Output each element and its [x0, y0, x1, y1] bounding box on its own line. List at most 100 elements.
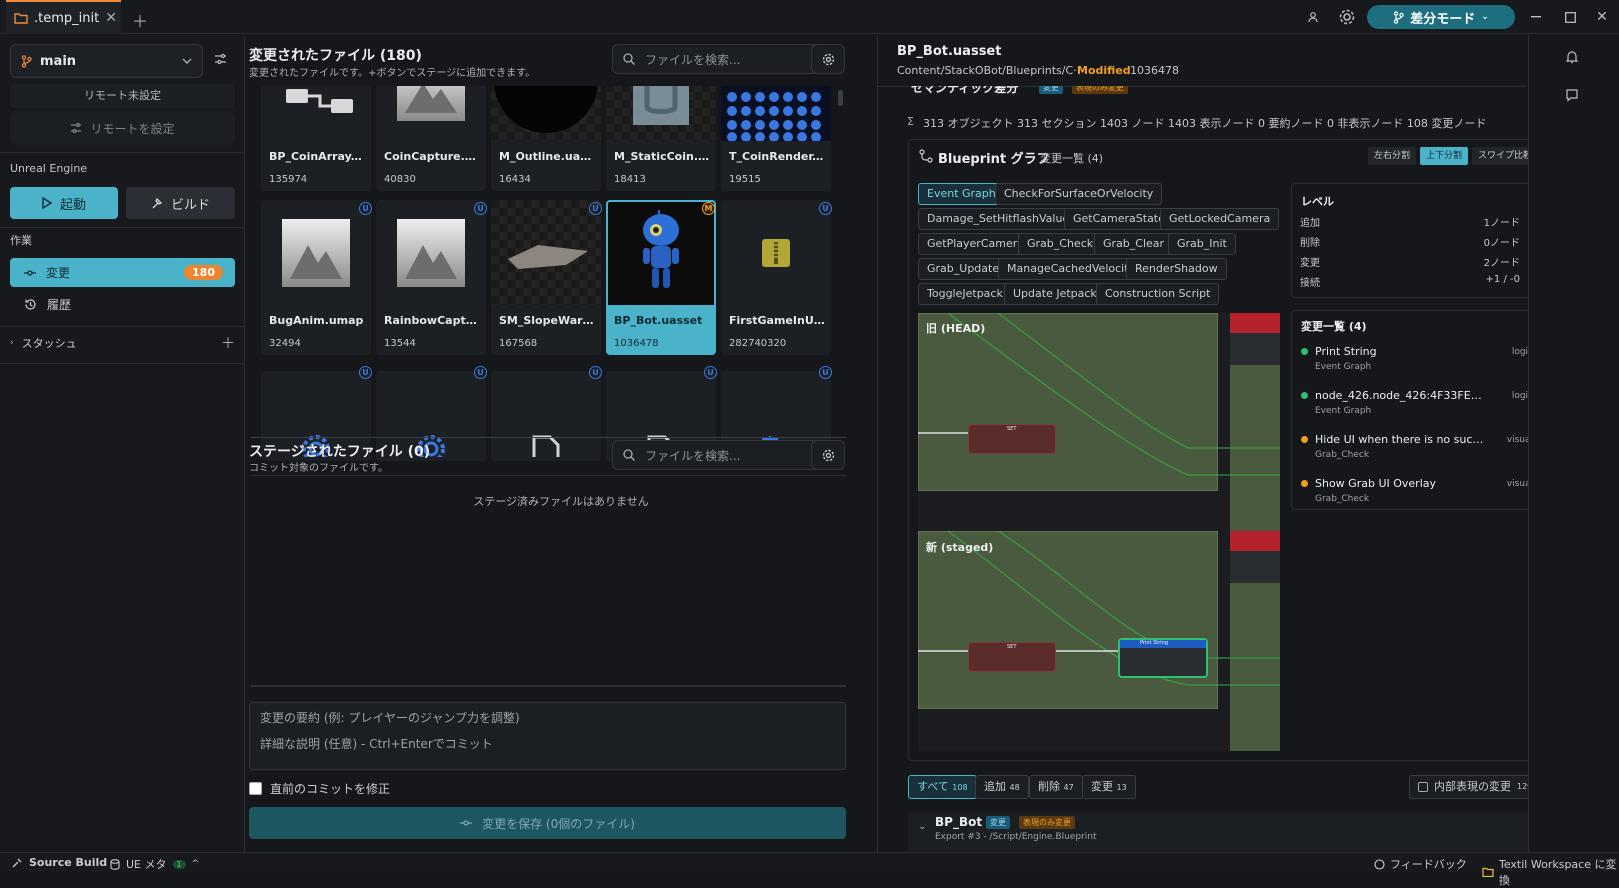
- commit-message-box[interactable]: 変更の要約 (例: プレイヤーのジャンプ力を調整) 詳細な説明 (任意) - C…: [249, 702, 846, 770]
- filter-label: すべて: [917, 780, 949, 793]
- view-mode-top-bottom[interactable]: 上下分割: [1420, 147, 1469, 165]
- change-item[interactable]: Hide UI when there is no successful ···v…: [1301, 433, 1533, 460]
- graph-tab[interactable]: GetPlayerCamera: [918, 233, 1034, 255]
- semantic-diff-title: セマンティック差分: [911, 86, 1019, 95]
- file-size: 32494: [269, 338, 301, 349]
- filter-all[interactable]: すべて 108: [908, 775, 977, 799]
- graph-tab[interactable]: RenderShadow: [1126, 258, 1227, 280]
- file-card[interactable]: FirstGameInUE5_··· 282740320: [721, 200, 831, 355]
- stash-section[interactable]: › スタッシュ ＋: [10, 331, 235, 355]
- file-size: 13544: [384, 338, 416, 349]
- sidebar-item-changes[interactable]: 変更 180: [10, 258, 235, 287]
- right-rail: [1528, 35, 1619, 852]
- level-key: 接続: [1300, 278, 1320, 289]
- set-node[interactable]: SET: [968, 642, 1056, 672]
- graph-tab[interactable]: Construction Script: [1096, 283, 1220, 305]
- graph-tab-event-graph[interactable]: Event Graph: [918, 183, 1005, 205]
- graph-tab[interactable]: Grab_Init: [1168, 233, 1236, 255]
- file-card[interactable]: T_CoinRender.ua··· 19515: [721, 86, 831, 191]
- file-card[interactable]: RainbowCapture.··· 13544: [376, 200, 486, 355]
- change-item[interactable]: Print String logic Event Graph: [1301, 345, 1533, 372]
- grid-scrollbar[interactable]: [838, 90, 843, 106]
- internal-repr-toggle[interactable]: 内部表現の変更 1295: [1409, 775, 1547, 799]
- amend-label: 直前のコミットを修正: [270, 782, 391, 796]
- internal-checkbox[interactable]: [1418, 782, 1428, 792]
- change-graph: Event Graph: [1315, 362, 1372, 372]
- branch-settings-icon[interactable]: [214, 53, 227, 66]
- source-build-item[interactable]: Source Build: [12, 856, 107, 869]
- summary-input[interactable]: 変更の要約 (例: プレイヤーのジャンプ力を調整): [260, 709, 520, 726]
- archive-icon: [721, 200, 831, 305]
- build-button[interactable]: ビルド: [126, 187, 235, 219]
- settings-gear-icon[interactable]: [1335, 0, 1359, 34]
- work-section-label: 作業: [10, 234, 32, 247]
- file-card[interactable]: BugAnim.umap 32494: [261, 200, 371, 355]
- bell-icon[interactable]: [1565, 50, 1579, 64]
- filter-count: 48: [1009, 783, 1020, 792]
- maximize-icon[interactable]: [1562, 0, 1578, 34]
- user-icon[interactable]: [1303, 0, 1323, 34]
- graph-canvas[interactable]: 旧 (HEAD) 新 (staged) SET SET Print String: [918, 313, 1280, 751]
- print-string-node[interactable]: Print String: [1118, 638, 1208, 678]
- description-input[interactable]: 詳細な説明 (任意) - Ctrl+Enterでコミット: [260, 735, 493, 752]
- filter-removed[interactable]: 削除 47: [1029, 775, 1083, 799]
- repo-tab[interactable]: .temp_init ✕: [6, 0, 121, 34]
- graph-tab[interactable]: Grab_Update: [918, 258, 1009, 280]
- branch-selector[interactable]: main: [10, 44, 203, 78]
- close-tab-icon[interactable]: ✕: [105, 10, 117, 26]
- amend-checkbox-row[interactable]: 直前のコミットを修正: [249, 780, 390, 797]
- changed-search-input[interactable]: ファイルを検索...: [612, 44, 822, 74]
- graph-tab[interactable]: GetLockedCamera: [1160, 208, 1280, 230]
- set-remote-label: リモートを設定: [90, 121, 175, 136]
- coin-texture-thumbnail: [721, 86, 831, 141]
- workspace-convert-item[interactable]: Textil Workspace に変換: [1482, 856, 1619, 888]
- graph-tab[interactable]: CheckForSurfaceOrVelocity: [995, 183, 1163, 205]
- graph-tab[interactable]: ToggleJetpack: [918, 283, 1012, 305]
- file-card[interactable]: M_Outline.uasset 16434: [491, 86, 601, 191]
- view-mode-side-by-side[interactable]: 左右分割: [1368, 147, 1417, 165]
- add-stash-icon[interactable]: ＋: [221, 333, 235, 353]
- change-item[interactable]: Show Grab UI Overlay visual Grab_Check: [1301, 477, 1533, 504]
- sidebar-item-history[interactable]: 履歴: [10, 290, 235, 319]
- change-item[interactable]: node_426.node_426:4F33FE734D9E···logic E…: [1301, 389, 1533, 416]
- new-tab-button[interactable]: ＋: [132, 8, 148, 32]
- set-node[interactable]: SET: [968, 424, 1056, 454]
- feedback-item[interactable]: フィードバック: [1374, 856, 1467, 872]
- graph-tab[interactable]: Grab_Check: [1018, 233, 1103, 255]
- commit-button-label: 変更を保存 (0個のファイル): [482, 816, 635, 831]
- file-card[interactable]: [491, 371, 601, 461]
- commit-button[interactable]: 変更を保存 (0個のファイル): [249, 807, 846, 839]
- feedback-label: フィードバック: [1390, 858, 1467, 871]
- file-card[interactable]: CoinCapture.umap 40830: [376, 86, 486, 191]
- file-card[interactable]: BP_CoinArray.ua··· 135974: [261, 86, 371, 191]
- chevron-down-icon[interactable]: ⌄: [918, 821, 926, 832]
- status-bar: Source Build UE メタ 1 ^ フィードバック Textil Wo…: [0, 852, 1619, 887]
- file-name: BugAnim.umap: [269, 314, 364, 327]
- close-window-icon[interactable]: ✕: [1594, 0, 1610, 34]
- file-card[interactable]: SM_SlopeWarpL··· 167568: [491, 200, 601, 355]
- graph-tab[interactable]: ManageCachedVelocity: [998, 258, 1145, 280]
- change-tag: 変更: [986, 816, 1010, 829]
- graph-tab[interactable]: Update Jetpack: [1004, 283, 1106, 305]
- detail-file-name: BP_Bot.uasset: [897, 44, 1002, 59]
- graph-tab[interactable]: Damage_SetHitflashValues: [918, 208, 1084, 230]
- set-remote-button[interactable]: リモートを設定: [10, 111, 235, 145]
- file-card[interactable]: M_StaticCoin.uas··· 18413: [606, 86, 716, 191]
- staged-search-input[interactable]: ファイルを検索...: [612, 440, 822, 470]
- filter-added[interactable]: 追加 48: [975, 775, 1029, 799]
- chevron-down-icon: [182, 58, 192, 64]
- graph-tab[interactable]: Grab_Clear: [1094, 233, 1174, 255]
- minimize-icon[interactable]: [1528, 0, 1544, 34]
- changed-settings-button[interactable]: [811, 44, 845, 74]
- launch-button[interactable]: 起動: [10, 187, 118, 219]
- ue-meta-item[interactable]: UE メタ 1 ^: [110, 856, 199, 872]
- status-dot: [1301, 436, 1308, 443]
- semantic-diff-header: セマンティック差分 変更 表現のみ変更: [897, 86, 1552, 96]
- amend-checkbox[interactable]: [249, 782, 262, 795]
- file-card-selected[interactable]: BP_Bot.uasset 1036478: [606, 200, 716, 355]
- staged-settings-button[interactable]: [811, 440, 845, 470]
- graph-tab[interactable]: GetCameraState: [1064, 208, 1174, 230]
- comment-icon[interactable]: [1565, 88, 1579, 102]
- diff-mode-button[interactable]: 差分モード ⌄: [1367, 5, 1515, 29]
- filter-changed[interactable]: 変更 13: [1082, 775, 1136, 799]
